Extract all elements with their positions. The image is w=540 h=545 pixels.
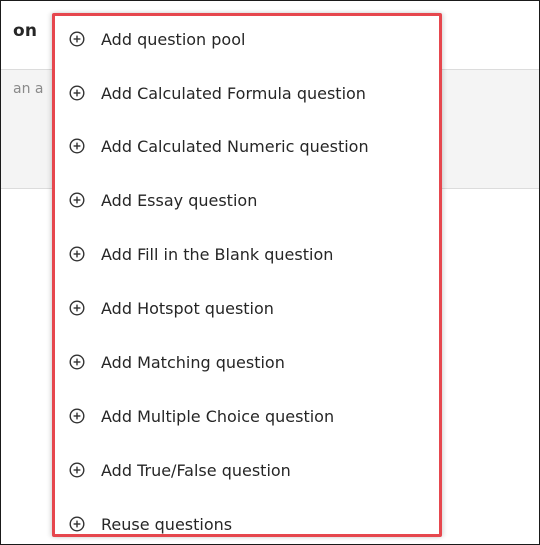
- add-circle-icon: [69, 85, 85, 101]
- add-circle-icon: [69, 192, 85, 208]
- menu-item-add-question-pool[interactable]: Add question pool: [55, 19, 439, 59]
- add-circle-icon: [69, 354, 85, 370]
- menu-item-add-matching[interactable]: Add Matching question: [55, 342, 439, 382]
- menu-item-label: Add Fill in the Blank question: [101, 244, 334, 264]
- screenshot-frame: on an a Add question pool Add Calculated…: [0, 0, 540, 545]
- menu-item-label: Add Multiple Choice question: [101, 406, 335, 426]
- menu-item-add-calculated-numeric[interactable]: Add Calculated Numeric question: [55, 126, 439, 166]
- menu-item-label: Add Hotspot question: [101, 298, 274, 318]
- menu-item-label: Add Calculated Formula question: [101, 83, 366, 103]
- menu-item-label: Add Matching question: [101, 352, 285, 372]
- menu-item-label: Add Essay question: [101, 190, 258, 210]
- menu-item-add-fill-in-the-blank[interactable]: Add Fill in the Blank question: [55, 234, 439, 274]
- menu-item-add-true-false[interactable]: Add True/False question: [55, 450, 439, 490]
- add-circle-icon: [69, 408, 85, 424]
- menu-item-label: Add True/False question: [101, 460, 291, 480]
- add-question-menu: Add question pool Add Calculated Formula…: [52, 13, 442, 537]
- add-circle-icon: [69, 300, 85, 316]
- page-title-fragment: on: [13, 21, 38, 41]
- menu-item-add-essay[interactable]: Add Essay question: [55, 180, 439, 220]
- add-circle-icon: [69, 31, 85, 47]
- add-circle-icon: [69, 462, 85, 478]
- description-fragment: an a: [13, 81, 44, 97]
- menu-item-label: Add Calculated Numeric question: [101, 136, 369, 156]
- menu-item-add-multiple-choice[interactable]: Add Multiple Choice question: [55, 396, 439, 436]
- menu-item-reuse-questions[interactable]: Reuse questions: [55, 504, 439, 544]
- add-circle-icon: [69, 246, 85, 262]
- add-circle-icon: [69, 516, 85, 532]
- menu-item-add-hotspot[interactable]: Add Hotspot question: [55, 288, 439, 328]
- menu-item-label: Reuse questions: [101, 514, 233, 534]
- add-circle-icon: [69, 138, 85, 154]
- menu-item-add-calculated-formula[interactable]: Add Calculated Formula question: [55, 73, 439, 113]
- menu-item-label: Add question pool: [101, 29, 246, 49]
